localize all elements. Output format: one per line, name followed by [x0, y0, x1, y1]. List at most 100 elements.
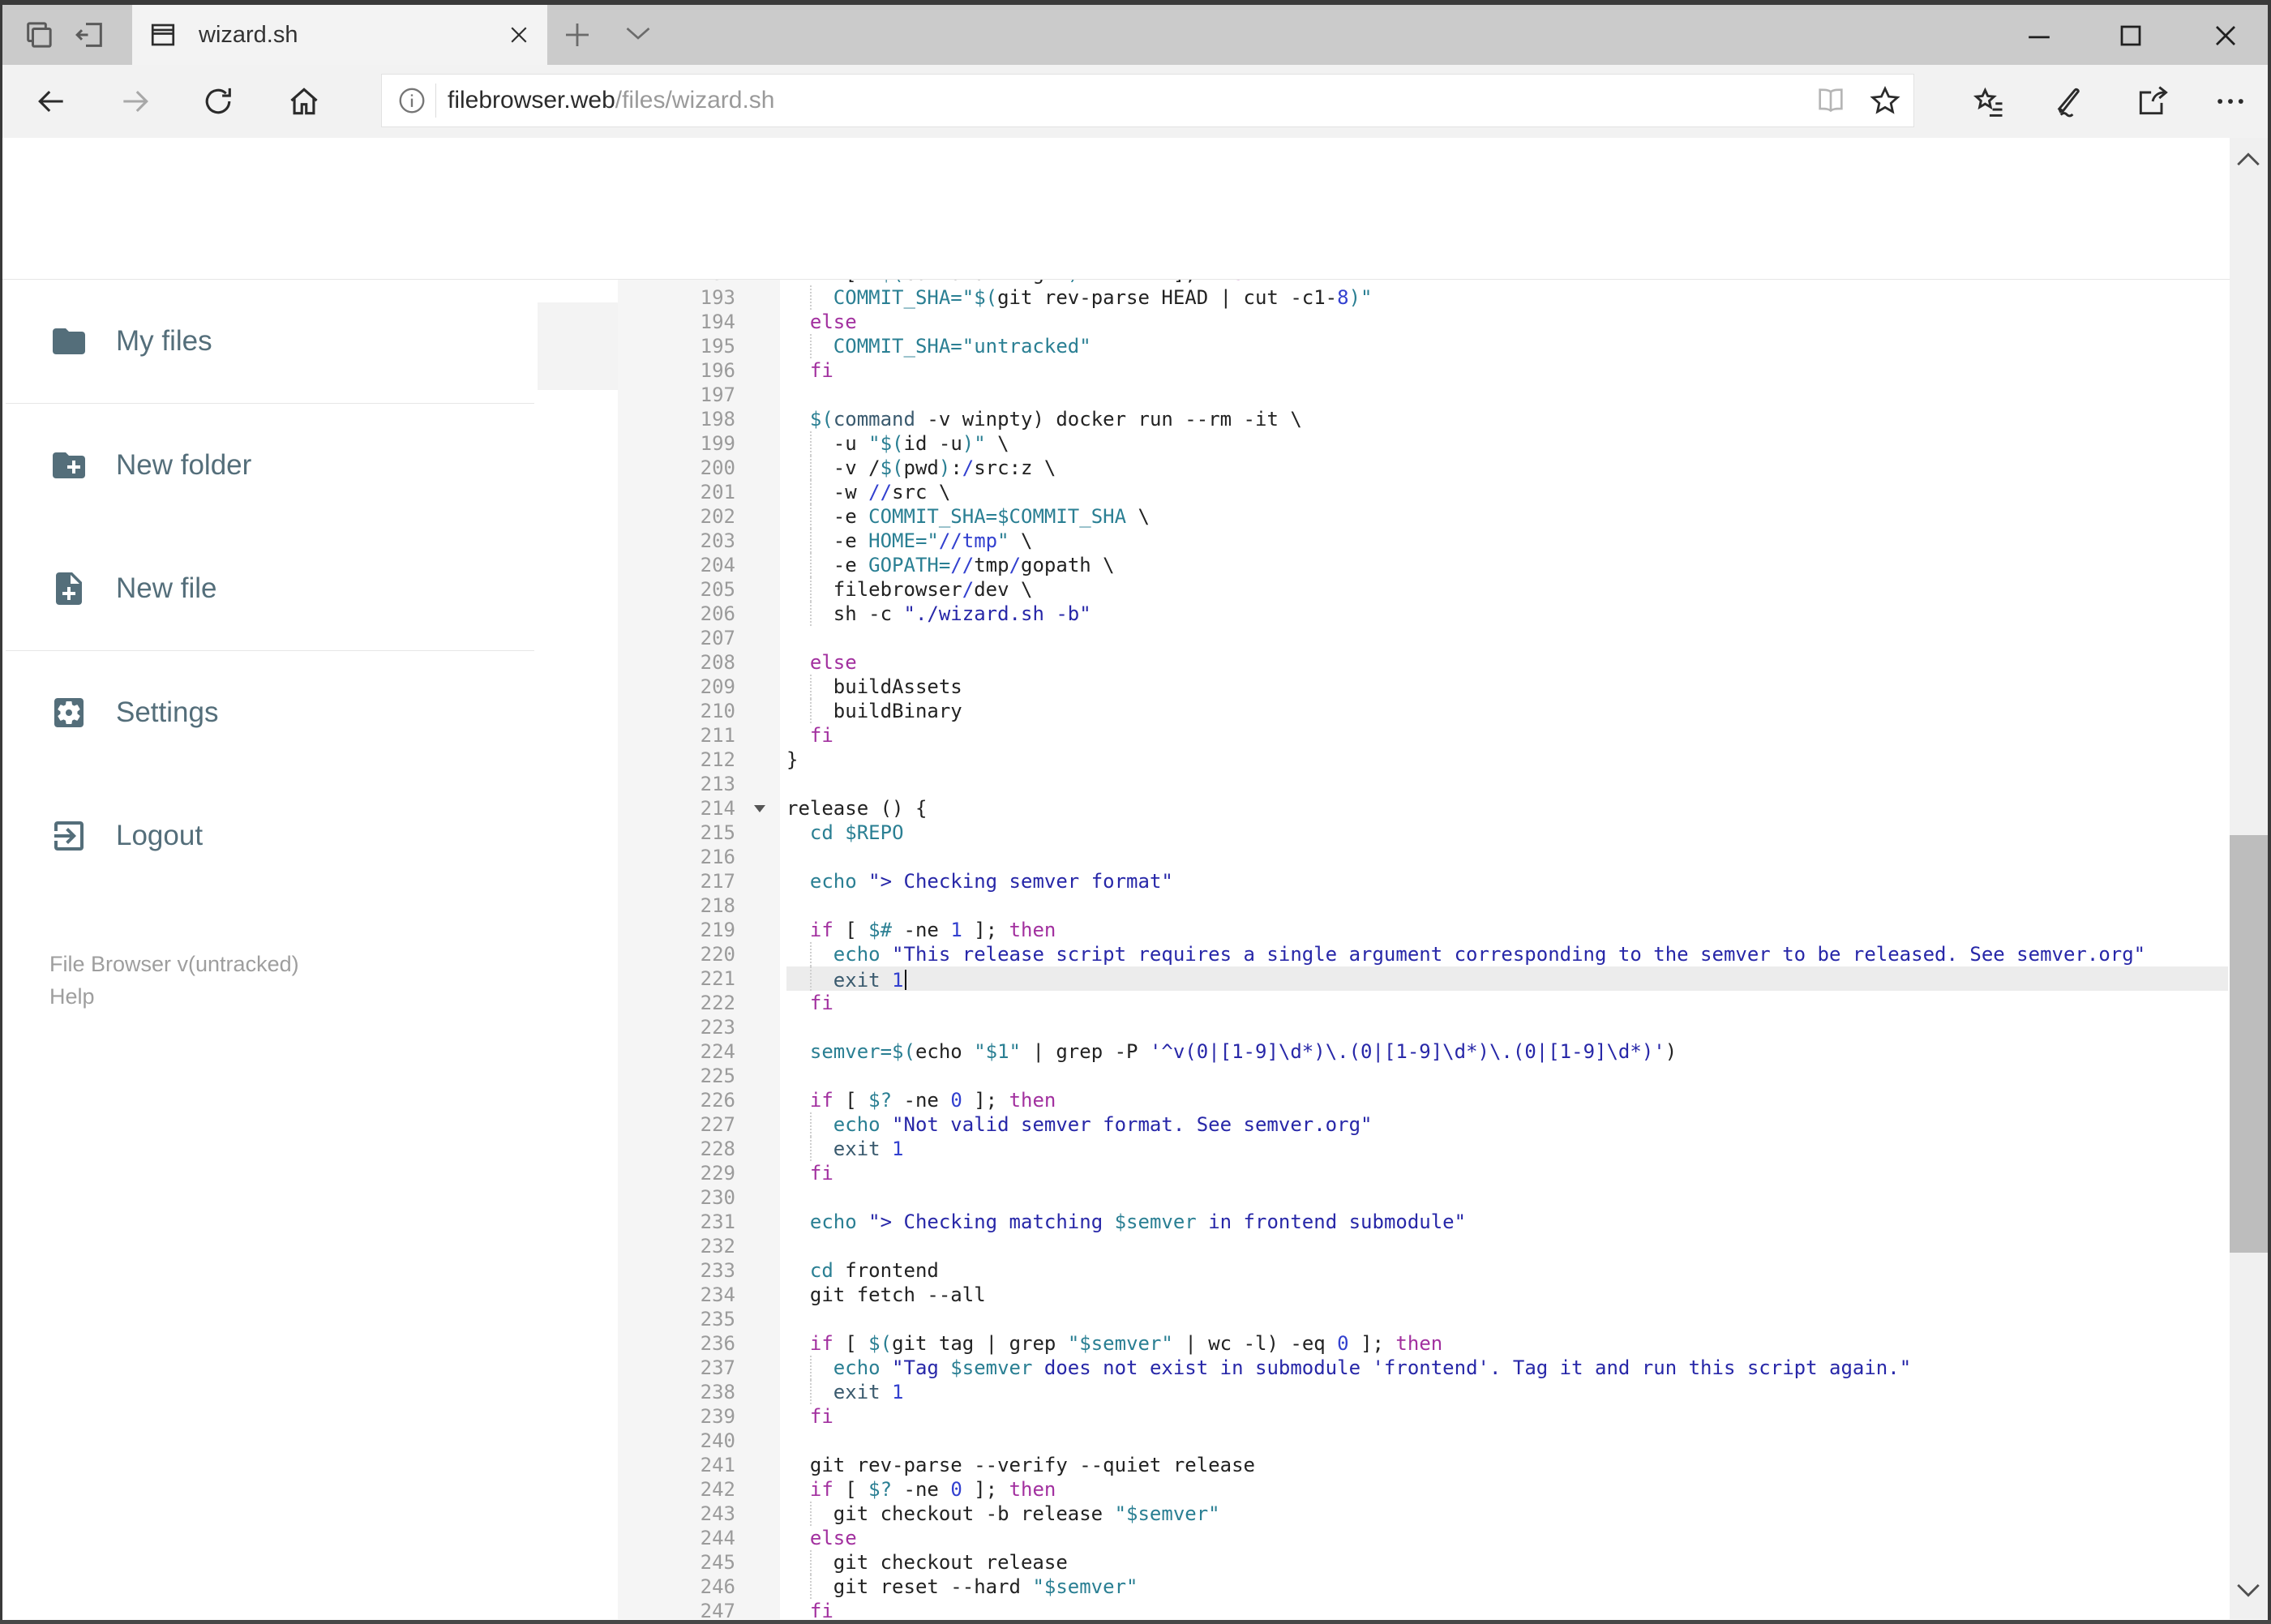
code-line[interactable]: git fetch --all [786, 1283, 2228, 1307]
maximize-icon[interactable] [2113, 18, 2149, 54]
code-line[interactable]: else [786, 310, 2228, 334]
indent-guide [809, 602, 812, 626]
set-tabs-aside-icon[interactable] [74, 19, 106, 51]
code-line[interactable]: echo "> Checking matching $semver in fro… [786, 1210, 2228, 1234]
address-bar[interactable]: filebrowser.web/files/wizard.sh [381, 74, 1914, 127]
code-line[interactable]: COMMIT_SHA="$(git rev-parse HEAD | cut -… [786, 285, 2228, 310]
sidebar-footer: File Browser v(untracked) Help [49, 948, 538, 1013]
code-line[interactable]: -w //src \ [786, 480, 2228, 504]
line-number: 223 [700, 1016, 735, 1039]
info-icon[interactable] [396, 85, 427, 116]
page-scrollbar[interactable] [2230, 138, 2268, 1619]
code-editor[interactable]: 1921931941951961971981992002012022032042… [618, 280, 2228, 1619]
line-number: 241 [700, 1454, 735, 1476]
refresh-icon[interactable] [200, 84, 236, 119]
code-line[interactable] [786, 1429, 2228, 1453]
favorites-hub-icon[interactable] [1971, 84, 2007, 119]
code-line[interactable] [786, 383, 2228, 407]
code-line[interactable] [786, 1015, 2228, 1039]
code-line[interactable]: echo "Not valid semver format. See semve… [786, 1112, 2228, 1137]
code-line[interactable]: echo "Tag $semver does not exist in subm… [786, 1356, 2228, 1380]
code-line[interactable]: semver=$(echo "$1" | grep -P '^v(0|[1-9]… [786, 1039, 2228, 1064]
home-icon[interactable] [286, 84, 322, 119]
code-line[interactable] [786, 772, 2228, 796]
code-line[interactable]: if [ $# -ne 1 ]; then [786, 918, 2228, 942]
code-line[interactable]: git checkout -b release "$semver" [786, 1502, 2228, 1526]
code-line[interactable]: $(command -v winpty) docker run --rm -it… [786, 407, 2228, 431]
code-line[interactable] [786, 1234, 2228, 1258]
code-line[interactable]: echo "This release script requires a sin… [786, 942, 2228, 966]
favorite-star-icon[interactable] [1868, 84, 1902, 118]
code-line[interactable]: filebrowser/dev \ [786, 577, 2228, 602]
ink-pen-icon[interactable] [2049, 84, 2085, 119]
close-icon[interactable] [2208, 18, 2243, 54]
scrollbar-thumb[interactable] [2230, 835, 2268, 1253]
code-line[interactable] [786, 626, 2228, 650]
code-line[interactable]: git reset --hard "$semver" [786, 1575, 2228, 1599]
line-number: 212 [700, 748, 735, 771]
code-line[interactable] [786, 1185, 2228, 1210]
code-line[interactable]: cd frontend [786, 1258, 2228, 1283]
code-line[interactable]: } [786, 748, 2228, 772]
code-line[interactable] [786, 845, 2228, 869]
more-menu-icon[interactable] [2213, 84, 2248, 119]
line-number: 234 [700, 1283, 735, 1306]
help-link[interactable]: Help [49, 980, 538, 1013]
line-number: 238 [700, 1381, 735, 1403]
fold-arrow-icon[interactable] [754, 805, 765, 812]
code-line[interactable]: COMMIT_SHA="untracked" [786, 334, 2228, 358]
back-icon[interactable] [33, 84, 69, 119]
sidebar-item-new-folder[interactable]: New folder [2, 404, 538, 527]
line-number: 230 [700, 1186, 735, 1209]
code-line[interactable]: -e GOPATH=//tmp/gopath \ [786, 553, 2228, 577]
code-line[interactable]: -e HOME="//tmp" \ [786, 529, 2228, 553]
code-line[interactable]: git rev-parse --verify --quiet release [786, 1453, 2228, 1477]
indent-guide [809, 1575, 812, 1599]
code-line[interactable]: fi [786, 723, 2228, 748]
code-line[interactable]: buildBinary [786, 699, 2228, 723]
scroll-up-icon[interactable] [2235, 149, 2262, 177]
tab-list-chevron-icon[interactable] [623, 24, 653, 47]
indent-guide [809, 966, 812, 991]
code-line[interactable]: git checkout release [786, 1550, 2228, 1575]
code-line[interactable] [786, 1064, 2228, 1088]
code-line[interactable]: echo "> Checking semver format" [786, 869, 2228, 893]
code-line[interactable]: fi [786, 358, 2228, 383]
code-line[interactable]: buildAssets [786, 675, 2228, 699]
sidebar-item-logout[interactable]: Logout [2, 774, 538, 898]
forward-icon[interactable] [118, 84, 153, 119]
tab-preview-icon[interactable] [23, 19, 55, 51]
tab-close-icon[interactable] [507, 23, 531, 47]
code-line[interactable]: else [786, 1526, 2228, 1550]
code-line[interactable]: sh -c "./wizard.sh -b" [786, 602, 2228, 626]
new-tab-button[interactable] [560, 18, 594, 52]
code-line[interactable] [786, 893, 2228, 918]
code-line[interactable]: fi [786, 1404, 2228, 1429]
app-header: Search... [2, 138, 2268, 390]
code-line[interactable]: -u "$(id -u)" \ [786, 431, 2228, 456]
code-line[interactable]: -e COMMIT_SHA=$COMMIT_SHA \ [786, 504, 2228, 529]
code-line[interactable]: exit 1 [786, 1137, 2228, 1161]
share-page-icon[interactable] [2135, 84, 2170, 119]
code-line[interactable]: if [ $? -ne 0 ]; then [786, 1088, 2228, 1112]
minimize-icon[interactable] [2021, 18, 2057, 54]
code-line[interactable]: if [ "$(command -v git)" != "" ]; then [786, 280, 2228, 285]
code-line[interactable]: exit 1 [786, 1380, 2228, 1404]
sidebar-item-my-files[interactable]: My files [2, 280, 538, 403]
code-line[interactable]: -v /$(pwd):/src:z \ [786, 456, 2228, 480]
browser-tab[interactable]: wizard.sh [132, 5, 547, 65]
code-line[interactable]: if [ $(git tag | grep "$semver" | wc -l)… [786, 1331, 2228, 1356]
code-line[interactable]: cd $REPO [786, 821, 2228, 845]
sidebar-item-new-file[interactable]: New file [2, 527, 538, 650]
code-line[interactable]: fi [786, 1161, 2228, 1185]
code-line[interactable]: fi [786, 1599, 2228, 1619]
code-line[interactable]: release () { [786, 796, 2228, 821]
code-line[interactable]: else [786, 650, 2228, 675]
scroll-down-icon[interactable] [2235, 1581, 2262, 1609]
code-line[interactable]: exit 1 [786, 966, 2228, 992]
sidebar-item-settings[interactable]: Settings [2, 651, 538, 774]
code-line[interactable]: if [ $? -ne 0 ]; then [786, 1477, 2228, 1502]
code-line[interactable]: fi [786, 991, 2228, 1015]
code-line[interactable] [786, 1307, 2228, 1331]
address-separator [435, 84, 436, 118]
